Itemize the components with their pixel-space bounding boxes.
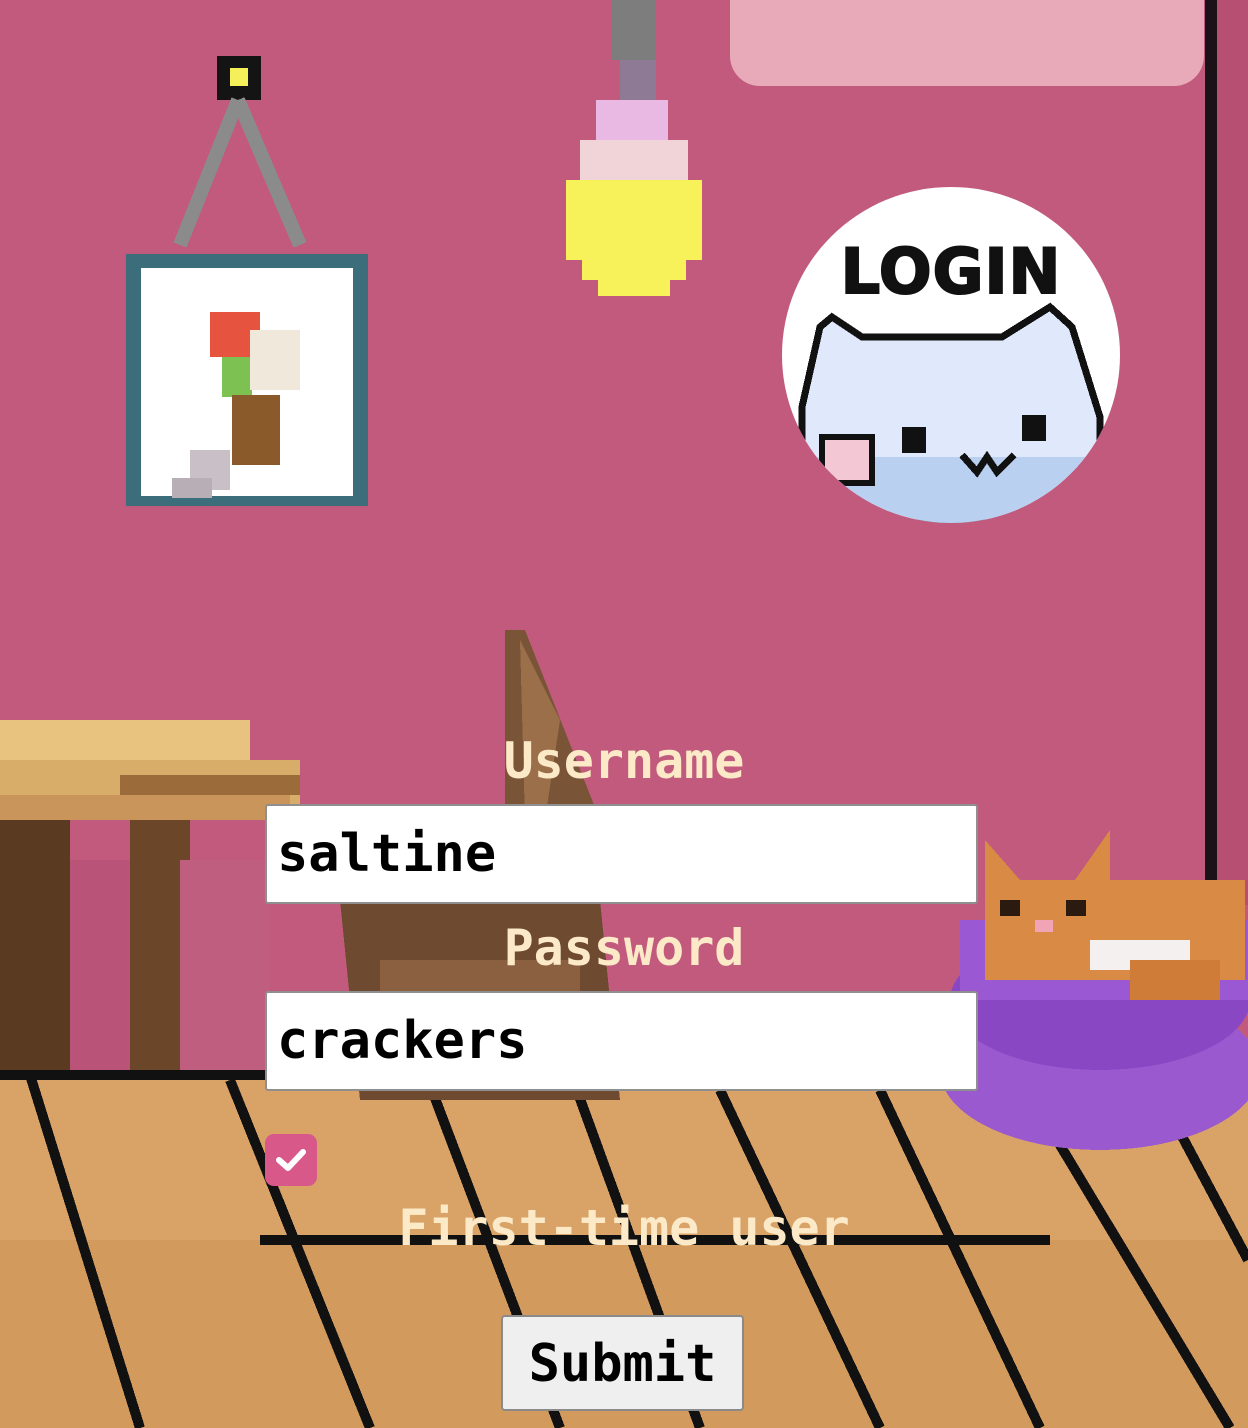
password-label: Password [503, 919, 745, 977]
login-badge: LOGIN [782, 187, 1120, 523]
username-input[interactable] [265, 804, 978, 904]
pixel-room-scene: LOGIN Username Password First-time user … [0, 0, 1248, 1428]
submit-button[interactable]: Submit [501, 1315, 744, 1411]
top-panel [730, 0, 1204, 86]
checkmark-icon [276, 1149, 306, 1171]
username-label: Username [503, 732, 745, 790]
first-time-user-label: First-time user [398, 1199, 850, 1257]
first-time-user-checkbox[interactable] [265, 1134, 317, 1186]
cat-face-icon [798, 302, 1107, 523]
password-input[interactable] [265, 991, 978, 1091]
